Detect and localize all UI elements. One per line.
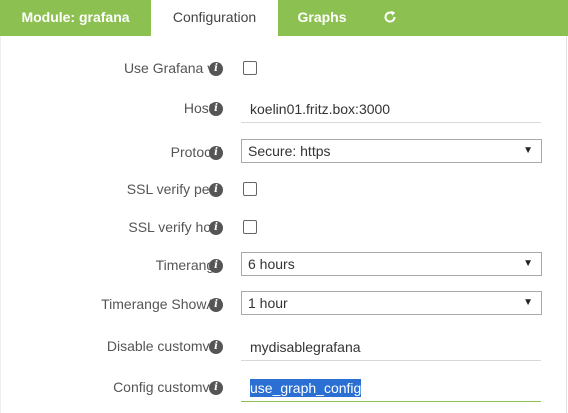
info-icon[interactable]: i bbox=[209, 340, 223, 354]
tab-graphs[interactable]: Graphs bbox=[278, 0, 366, 36]
disable-customvar-label: Disable customvar bbox=[106, 338, 222, 354]
tab-bar: Module: grafana Configuration Graphs bbox=[0, 0, 568, 36]
info-icon[interactable]: i bbox=[209, 221, 223, 235]
disable-customvar-input[interactable]: mydisablegrafana bbox=[241, 333, 541, 361]
dropdown-arrow-icon: ▼ bbox=[523, 258, 533, 269]
tab-module[interactable]: Module: grafana bbox=[0, 0, 151, 36]
info-icon[interactable]: i bbox=[209, 146, 223, 160]
use-grafana-v5-checkbox[interactable] bbox=[243, 61, 257, 75]
dropdown-arrow-icon: ▼ bbox=[523, 145, 533, 156]
row-disable-customvar: Disable customvar i mydisablegrafana bbox=[1, 333, 568, 363]
ssl-verify-host-label: SSL verify host bbox=[128, 219, 222, 235]
config-customvar-label: Config customvar bbox=[113, 379, 222, 395]
ssl-verify-peer-label: SSL verify peer bbox=[126, 181, 222, 197]
ssl-verify-peer-checkbox[interactable] bbox=[243, 182, 257, 196]
row-timerange: Timerange i 6 hours ▼ bbox=[1, 252, 568, 282]
info-icon[interactable]: i bbox=[209, 259, 223, 273]
row-ssl-verify-peer: SSL verify peer i bbox=[1, 176, 568, 206]
timerange-showall-select[interactable]: 1 hour ▼ bbox=[241, 291, 542, 315]
tab-refresh[interactable] bbox=[366, 0, 416, 36]
row-ssl-verify-host: SSL verify host i bbox=[1, 214, 568, 244]
row-timerange-showall: Timerange ShowAll i 1 hour ▼ bbox=[1, 291, 568, 321]
configuration-form: Use Grafana v5 i Host * i koelin01.fritz… bbox=[0, 36, 567, 413]
row-protocol: Protocol i Secure: https ▼ bbox=[1, 139, 568, 169]
selected-text: use_graph_config bbox=[250, 379, 362, 397]
info-icon[interactable]: i bbox=[209, 298, 223, 312]
info-icon[interactable]: i bbox=[209, 62, 223, 76]
dropdown-arrow-icon: ▼ bbox=[523, 297, 533, 308]
info-icon[interactable]: i bbox=[209, 183, 223, 197]
row-host: Host * i koelin01.fritz.box:3000 bbox=[1, 95, 568, 125]
info-icon[interactable]: i bbox=[209, 102, 223, 116]
tab-configuration[interactable]: Configuration bbox=[151, 0, 278, 36]
host-input[interactable]: koelin01.fritz.box:3000 bbox=[241, 95, 541, 123]
use-grafana-v5-label: Use Grafana v5 bbox=[123, 60, 222, 76]
ssl-verify-host-checkbox[interactable] bbox=[243, 220, 257, 234]
timerange-selected-value: 6 hours bbox=[248, 256, 295, 272]
row-use-grafana-v5: Use Grafana v5 i bbox=[1, 55, 568, 85]
protocol-select[interactable]: Secure: https ▼ bbox=[241, 139, 542, 163]
info-icon[interactable]: i bbox=[209, 381, 223, 395]
timerange-select[interactable]: 6 hours ▼ bbox=[241, 252, 542, 276]
timerange-showall-label: Timerange ShowAll bbox=[101, 296, 222, 312]
config-customvar-input[interactable]: use_graph_config bbox=[241, 374, 541, 402]
row-config-customvar: Config customvar i use_graph_config bbox=[1, 374, 568, 404]
refresh-icon bbox=[384, 10, 396, 23]
timerange-showall-selected-value: 1 hour bbox=[248, 295, 288, 311]
protocol-selected-value: Secure: https bbox=[248, 143, 331, 159]
